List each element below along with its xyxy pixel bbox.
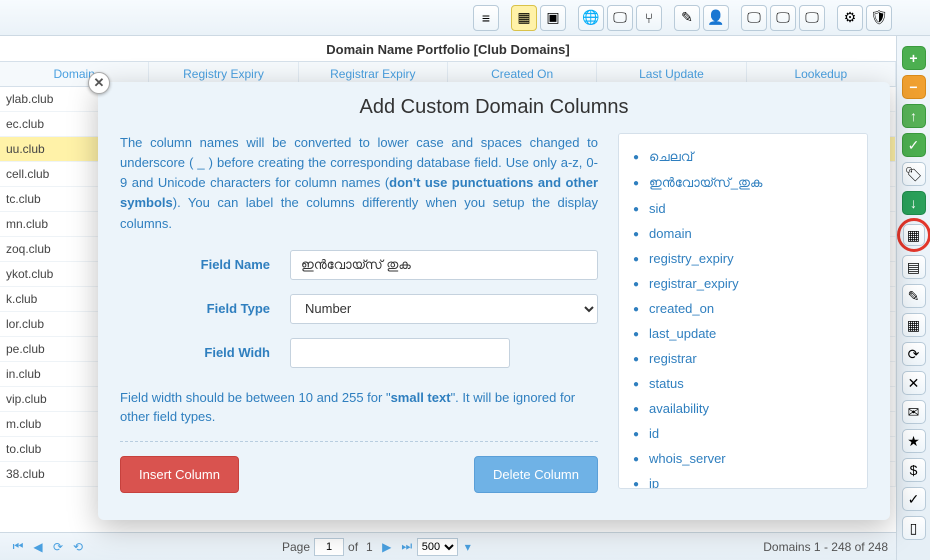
field-width-row: Field Widh — [120, 338, 598, 368]
gear-icon[interactable]: ⚙ — [837, 5, 863, 31]
column-list-item[interactable]: whois_server — [633, 446, 861, 471]
insert-column-button[interactable]: Insert Column — [120, 456, 239, 493]
reload-icon[interactable]: ⟲ — [69, 538, 87, 556]
menu-icon[interactable]: ≡ — [473, 5, 499, 31]
add-icon[interactable]: + — [902, 46, 926, 70]
monitor-icon[interactable]: 🖵 — [607, 5, 633, 31]
remove-icon[interactable]: − — [902, 75, 926, 99]
shield-icon[interactable]: 🛡 — [866, 5, 892, 31]
tools-icon[interactable]: ✕ — [902, 371, 926, 395]
add-column-icon[interactable]: ▦ — [903, 224, 925, 246]
refresh-icon[interactable]: ⟳ — [902, 342, 926, 366]
record-status: Domains 1 - 248 of 248 — [763, 540, 888, 554]
add-column-modal: ✕ Add Custom Domain Columns The column n… — [98, 82, 890, 520]
width-hint: Field width should be between 10 and 255… — [120, 388, 598, 442]
column-list-item[interactable]: last_update — [633, 321, 861, 346]
approve-icon[interactable]: ✓ — [902, 487, 926, 511]
field-width-input[interactable] — [290, 338, 510, 368]
field-type-select[interactable]: Number — [290, 294, 598, 324]
refresh-icon[interactable]: ⟳ — [49, 538, 67, 556]
monitor4-icon[interactable]: 🖵 — [799, 5, 825, 31]
modal-left: The column names will be converted to lo… — [120, 133, 598, 489]
pencil-icon[interactable]: ✎ — [674, 5, 700, 31]
mail-icon[interactable]: ✉ — [902, 400, 926, 424]
prev-page-icon[interactable]: ◀ — [29, 538, 47, 556]
footer-pagination: ⏮ ◀ ⟳ ⟲ Page of 1 ▶ ⏭ 500 ▾ Domains 1 - … — [0, 532, 896, 560]
field-name-row: Field Name — [120, 250, 598, 280]
column-list-item[interactable]: ഇൻവോയ്സ്_തുക — [633, 170, 861, 196]
report-icon[interactable]: ▦ — [902, 313, 926, 337]
modal-title: Add Custom Domain Columns — [120, 96, 868, 119]
page-label: Page — [282, 540, 310, 554]
existing-columns-panel: ചെലവ്ഇൻവോയ്സ്_തുകsiddomainregistry_expir… — [618, 133, 868, 489]
monitor3-icon[interactable]: 🖵 — [770, 5, 796, 31]
top-toolbar: ≡▦▣🌐🖵⑂✎👤🖵🖵🖵⚙🛡 — [0, 0, 930, 36]
monitor2-icon[interactable]: 🖵 — [741, 5, 767, 31]
field-type-row: Field Type Number — [120, 294, 598, 324]
instruction-text: The column names will be converted to lo… — [120, 133, 598, 234]
down-icon[interactable]: ↓ — [902, 191, 926, 215]
star-icon[interactable]: ★ — [902, 429, 926, 453]
field-name-label: Field Name — [120, 257, 290, 272]
list-icon[interactable]: ▤ — [902, 255, 926, 279]
branch-icon[interactable]: ⑂ — [636, 5, 662, 31]
column-list-item[interactable]: sid — [633, 196, 861, 221]
column-list-item[interactable]: ചെലവ് — [633, 144, 861, 170]
right-sidebar: + − ↑ ✓ 🏷 ↓ ▦ ▤ ✎ ▦ ⟳ ✕ ✉ ★ $ ✓ ▯ — [896, 36, 930, 560]
check-icon[interactable]: ✓ — [902, 133, 926, 157]
column-list-item[interactable]: ip — [633, 471, 861, 489]
column-list-item[interactable]: registrar — [633, 346, 861, 371]
highlighted-action: ▦ — [897, 218, 930, 252]
portfolio-title: Domain Name Portfolio [Club Domains] — [0, 36, 896, 61]
field-type-label: Field Type — [120, 301, 290, 316]
field-name-input[interactable] — [290, 250, 598, 280]
column-list-item[interactable]: created_on — [633, 296, 861, 321]
of-label: of — [348, 540, 358, 554]
first-page-icon[interactable]: ⏮ — [9, 538, 27, 556]
grid-icon[interactable]: ▦ — [511, 5, 537, 31]
page-size-select[interactable]: 500 — [417, 538, 458, 556]
delete-column-button[interactable]: Delete Column — [474, 456, 598, 493]
column-list-item[interactable]: id — [633, 421, 861, 446]
notebook-icon[interactable]: ▯ — [902, 516, 926, 540]
up-icon[interactable]: ↑ — [902, 104, 926, 128]
dropdown-icon[interactable]: ▾ — [459, 538, 477, 556]
column-list-item[interactable]: domain — [633, 221, 861, 246]
money-icon[interactable]: $ — [902, 458, 926, 482]
edit-icon[interactable]: ✎ — [902, 284, 926, 308]
last-page-icon[interactable]: ⏭ — [398, 538, 416, 556]
column-list-item[interactable]: registry_expiry — [633, 246, 861, 271]
close-icon[interactable]: ✕ — [88, 72, 110, 94]
tag-icon[interactable]: 🏷 — [902, 162, 926, 186]
note-icon[interactable]: ▣ — [540, 5, 566, 31]
user-icon[interactable]: 👤 — [703, 5, 729, 31]
total-pages: 1 — [366, 540, 373, 554]
column-list-item[interactable]: status — [633, 371, 861, 396]
field-width-label: Field Widh — [120, 345, 290, 360]
modal-actions: Insert Column Delete Column — [120, 456, 598, 493]
column-list-item[interactable]: registrar_expiry — [633, 271, 861, 296]
next-page-icon[interactable]: ▶ — [378, 538, 396, 556]
globe-icon[interactable]: 🌐 — [578, 5, 604, 31]
page-input[interactable] — [314, 538, 344, 556]
column-list-item[interactable]: availability — [633, 396, 861, 421]
